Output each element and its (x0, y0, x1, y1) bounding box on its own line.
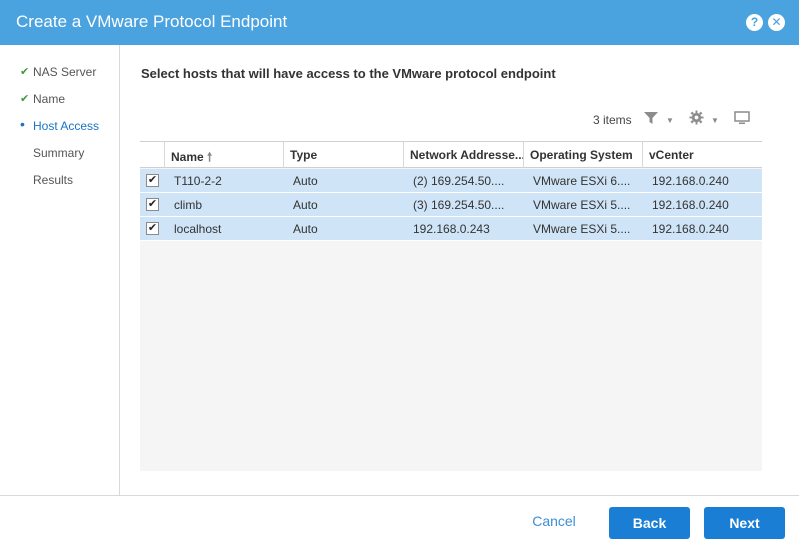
cell-os: VMware ESXi 5.... (533, 222, 631, 236)
cell-type: Auto (293, 174, 318, 188)
cancel-button[interactable]: Cancel (521, 513, 587, 535)
cell-address: (3) 169.254.50.... (413, 198, 505, 212)
item-count: 3 items (593, 113, 632, 127)
cell-name: T110-2-2 (174, 174, 222, 188)
page-heading: Select hosts that will have access to th… (141, 66, 556, 81)
grid-toolbar: 3 items ▼ ▼ (120, 109, 799, 133)
dialog-footer: Cancel Back Next (0, 495, 799, 549)
cell-os: VMware ESXi 6.... (533, 174, 631, 188)
cell-type: Auto (293, 198, 318, 212)
chevron-down-icon[interactable]: ▼ (666, 116, 674, 125)
step-label: Host Access (33, 119, 100, 133)
gear-icon[interactable] (689, 110, 704, 129)
next-button[interactable]: Next (704, 507, 785, 539)
column-header-vcenter[interactable]: vCenter (642, 142, 762, 168)
cell-address: 192.168.0.243 (413, 222, 490, 236)
step-results: Results (0, 170, 119, 190)
cell-type: Auto (293, 222, 318, 236)
bullet-icon: • (20, 116, 25, 132)
chevron-down-icon[interactable]: ▼ (711, 116, 719, 125)
row-checkbox[interactable]: ✔ (146, 198, 159, 211)
column-label: Name (171, 150, 204, 164)
cell-vcenter: 192.168.0.240 (652, 222, 729, 236)
step-label: Name (33, 92, 66, 106)
cell-name: localhost (174, 222, 222, 236)
cell-os: VMware ESXi 5.... (533, 198, 631, 212)
column-header-type[interactable]: Type (283, 142, 403, 168)
back-button[interactable]: Back (609, 507, 690, 539)
select-column-header (140, 142, 164, 168)
filter-icon[interactable] (643, 111, 659, 128)
step-summary: Summary (0, 143, 119, 163)
close-icon[interactable]: ✕ (768, 14, 785, 31)
step-nas-server[interactable]: ✔ NAS Server (0, 62, 119, 82)
cell-vcenter: 192.168.0.240 (652, 174, 729, 188)
table-header: Name 🠕 Type Network Addresse... Operatin… (140, 142, 762, 168)
column-header-name[interactable]: Name 🠕 (164, 142, 283, 168)
step-label: NAS Server (33, 65, 97, 79)
step-label: Results (33, 173, 74, 187)
step-label: Summary (33, 146, 85, 160)
arrow-up-icon: 🠕 (207, 150, 213, 164)
table-row[interactable]: ✔ climb Auto (3) 169.254.50.... VMware E… (140, 193, 762, 217)
row-checkbox[interactable]: ✔ (146, 174, 159, 187)
row-checkbox[interactable]: ✔ (146, 222, 159, 235)
table-row[interactable]: ✔ T110-2-2 Auto (2) 169.254.50.... VMwar… (140, 169, 762, 193)
step-host-access[interactable]: • Host Access (0, 116, 119, 136)
column-header-operating-system[interactable]: Operating System (523, 142, 642, 168)
dialog-titlebar: Create a VMware Protocol Endpoint ? ✕ (0, 0, 799, 45)
wizard-content: Select hosts that will have access to th… (120, 45, 799, 495)
table-row[interactable]: ✔ localhost Auto 192.168.0.243 VMware ES… (140, 217, 762, 241)
check-icon: ✔ (20, 93, 30, 105)
wizard-steps: ✔ NAS Server ✔ Name • Host Access Summar… (0, 45, 120, 495)
step-name[interactable]: ✔ Name (0, 89, 119, 109)
cell-address: (2) 169.254.50.... (413, 174, 505, 188)
cell-vcenter: 192.168.0.240 (652, 198, 729, 212)
hosts-table: Name 🠕 Type Network Addresse... Operatin… (140, 141, 762, 471)
help-icon[interactable]: ? (746, 14, 763, 31)
check-icon: ✔ (20, 66, 30, 78)
cell-name: climb (174, 198, 203, 212)
monitor-icon[interactable] (734, 111, 750, 128)
dialog-title: Create a VMware Protocol Endpoint (16, 12, 288, 31)
column-header-network-address[interactable]: Network Addresse... (403, 142, 523, 168)
